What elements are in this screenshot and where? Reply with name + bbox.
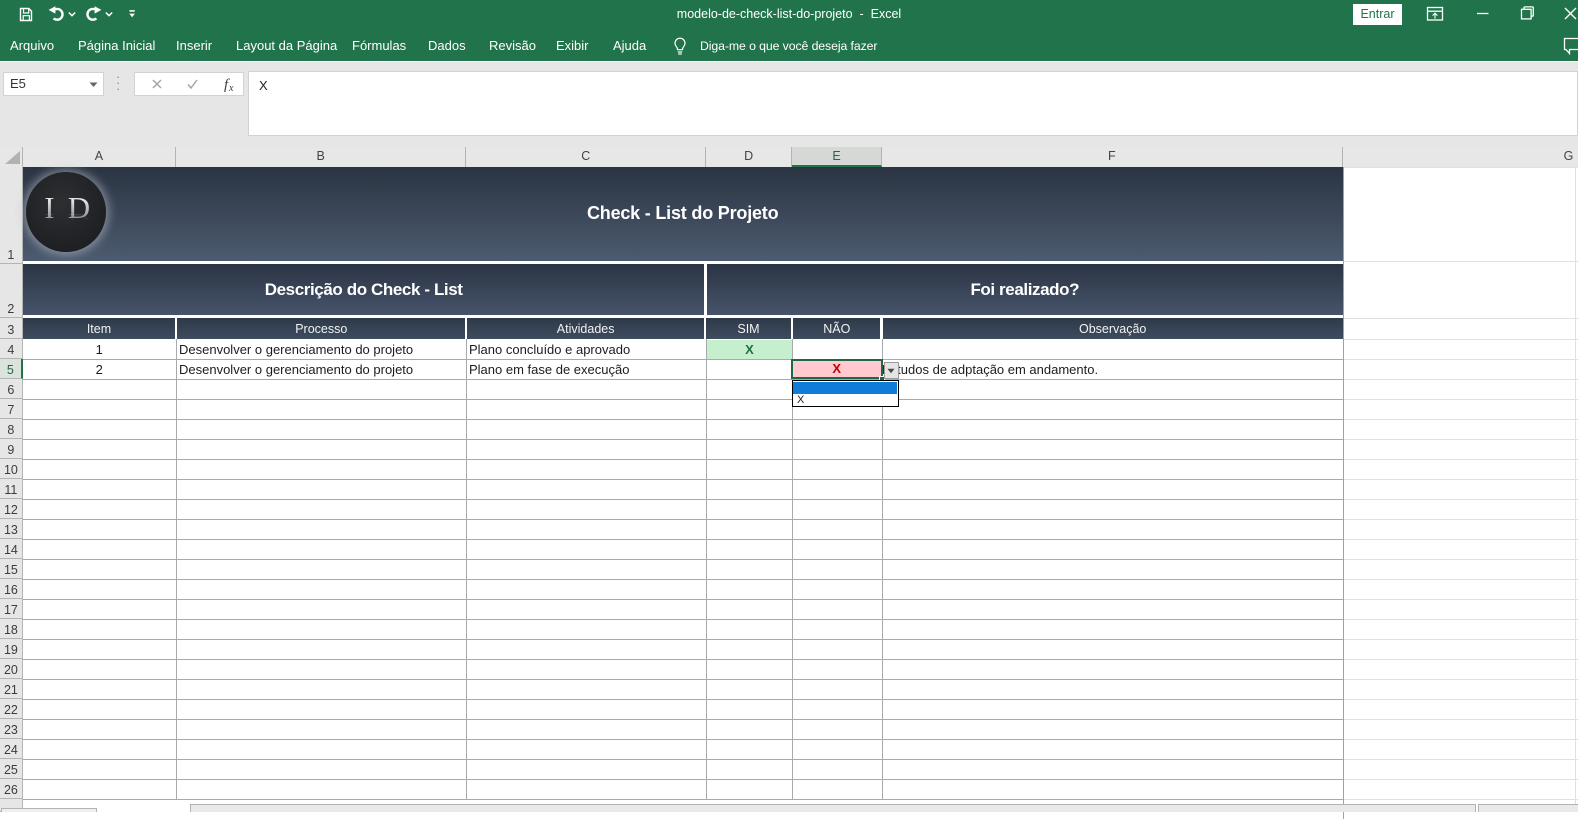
svg-text:x: x	[228, 83, 234, 94]
